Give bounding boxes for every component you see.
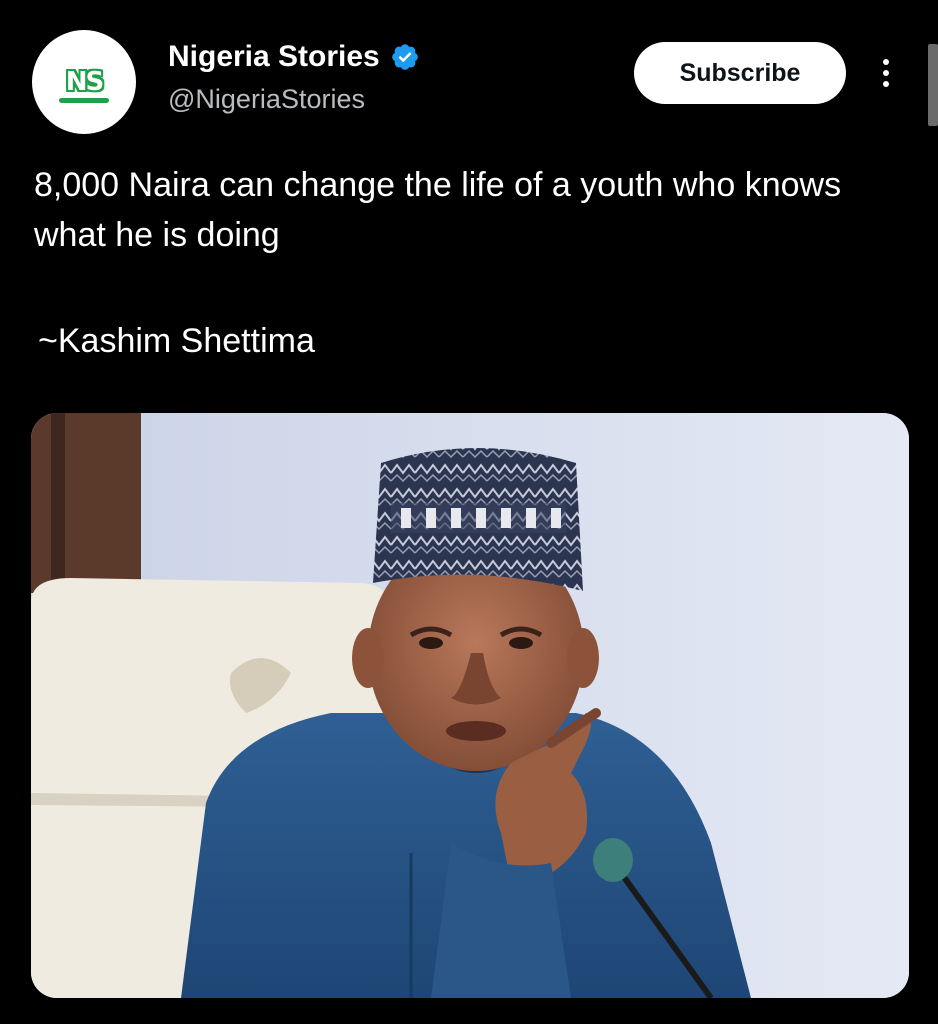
account-handle[interactable]: @NigeriaStories <box>168 84 365 115</box>
more-dot <box>883 70 889 76</box>
post-media-photo[interactable] <box>31 413 909 998</box>
logo-text: NS <box>65 67 104 97</box>
logo-swoosh <box>59 98 109 103</box>
more-dot <box>883 81 889 87</box>
display-name[interactable]: Nigeria Stories <box>168 40 380 74</box>
more-options-icon[interactable] <box>872 52 900 94</box>
photo-illustration <box>31 413 909 998</box>
scrollbar[interactable] <box>928 44 938 126</box>
post-attribution: ~Kashim Shettima <box>38 322 315 360</box>
nigeria-stories-logo: NS <box>55 63 113 103</box>
post-text: 8,000 Naira can change the life of a you… <box>34 166 842 254</box>
more-dot <box>883 59 889 65</box>
account-avatar[interactable]: NS <box>32 30 136 134</box>
subscribe-button[interactable]: Subscribe <box>634 42 846 104</box>
account-display-name-row[interactable]: Nigeria Stories <box>168 40 420 74</box>
verified-badge-icon <box>391 44 418 70</box>
